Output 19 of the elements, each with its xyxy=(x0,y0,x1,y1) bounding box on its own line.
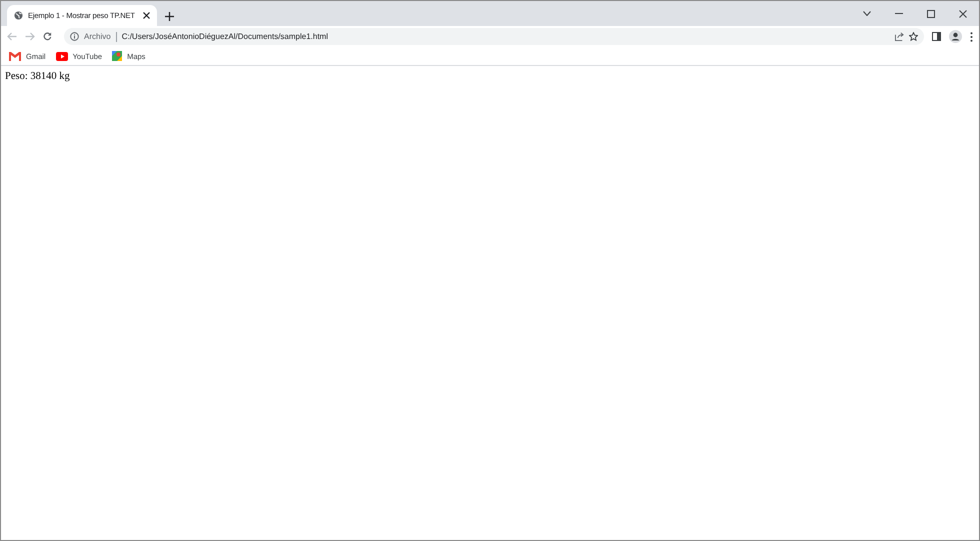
star-icon[interactable] xyxy=(909,32,918,41)
share-icon[interactable] xyxy=(895,32,904,41)
map-icon xyxy=(112,51,122,61)
reload-icon[interactable] xyxy=(43,32,52,41)
page-text: Peso: 38140 kg xyxy=(5,71,70,82)
side-panel-icon[interactable] xyxy=(932,32,941,41)
plus-icon[interactable] xyxy=(165,12,174,21)
close-icon[interactable] xyxy=(143,12,150,19)
security-label: Archivo xyxy=(84,32,111,41)
info-icon[interactable] xyxy=(70,32,79,41)
maximize-icon[interactable] xyxy=(927,10,935,18)
globe-icon xyxy=(14,11,23,20)
mail-icon xyxy=(9,52,21,60)
chevron-down-icon[interactable] xyxy=(863,11,871,16)
address-bar[interactable]: Archivo C:/Users/JoséAntonioDiéguezAl/Documents/sample1.html xyxy=(64,28,924,45)
profile-avatar-icon[interactable] xyxy=(949,30,962,43)
menu-icon[interactable] xyxy=(970,32,973,42)
close-icon[interactable] xyxy=(959,10,967,18)
play-icon xyxy=(56,52,68,60)
